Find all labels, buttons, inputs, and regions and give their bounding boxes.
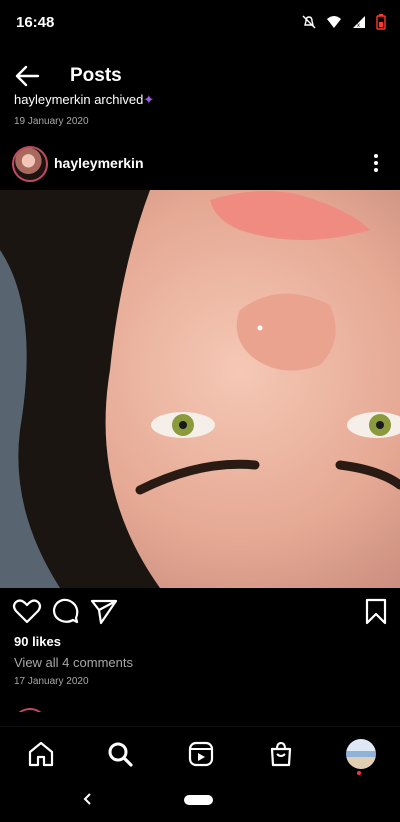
- next-post-mask: [0, 712, 400, 726]
- likes-count[interactable]: 90 likes: [14, 634, 61, 649]
- status-icons: x: [302, 14, 386, 30]
- post-actions: [0, 596, 400, 630]
- svg-text:x: x: [357, 23, 360, 29]
- notification-dot: [357, 771, 361, 775]
- arrow-left-icon[interactable]: [14, 64, 40, 88]
- comment-icon[interactable]: [50, 596, 80, 626]
- previous-post-date: 19 January 2020: [14, 116, 89, 127]
- signal-icon: x: [353, 16, 365, 29]
- bottom-nav: [0, 726, 400, 779]
- avatar[interactable]: [12, 146, 48, 182]
- heart-icon[interactable]: [12, 596, 42, 626]
- post-username[interactable]: hayleymerkin: [54, 155, 144, 171]
- battery-icon: [376, 14, 386, 30]
- previous-post-caption: hayleymerkin archived✦: [14, 92, 154, 108]
- more-vertical-icon[interactable]: [374, 154, 378, 172]
- system-home-pill[interactable]: [184, 795, 213, 805]
- page-title: Posts: [70, 65, 122, 86]
- post-photo[interactable]: [0, 190, 400, 588]
- bookmark-icon[interactable]: [361, 596, 391, 626]
- search-icon[interactable]: [105, 739, 135, 769]
- send-icon[interactable]: [89, 596, 119, 626]
- wifi-icon: [327, 16, 341, 28]
- post-date: 17 January 2020: [14, 676, 89, 687]
- home-icon[interactable]: [26, 739, 56, 769]
- shop-icon[interactable]: [266, 739, 296, 769]
- reels-icon[interactable]: [186, 739, 216, 769]
- profile-avatar[interactable]: [346, 739, 376, 769]
- status-time: 16:48: [16, 14, 55, 31]
- mute-icon: [302, 15, 316, 29]
- photo-image: [0, 190, 400, 588]
- sparkle-emoji-icon: ✦: [143, 92, 155, 107]
- previous-caption-text: hayleymerkin archived: [14, 92, 144, 107]
- post-header: hayleymerkin: [0, 144, 400, 184]
- status-bar: 16:48 x: [0, 0, 400, 46]
- system-nav-bar: [0, 778, 400, 822]
- system-back-icon[interactable]: [80, 790, 96, 808]
- view-comments-link[interactable]: View all 4 comments: [14, 655, 133, 670]
